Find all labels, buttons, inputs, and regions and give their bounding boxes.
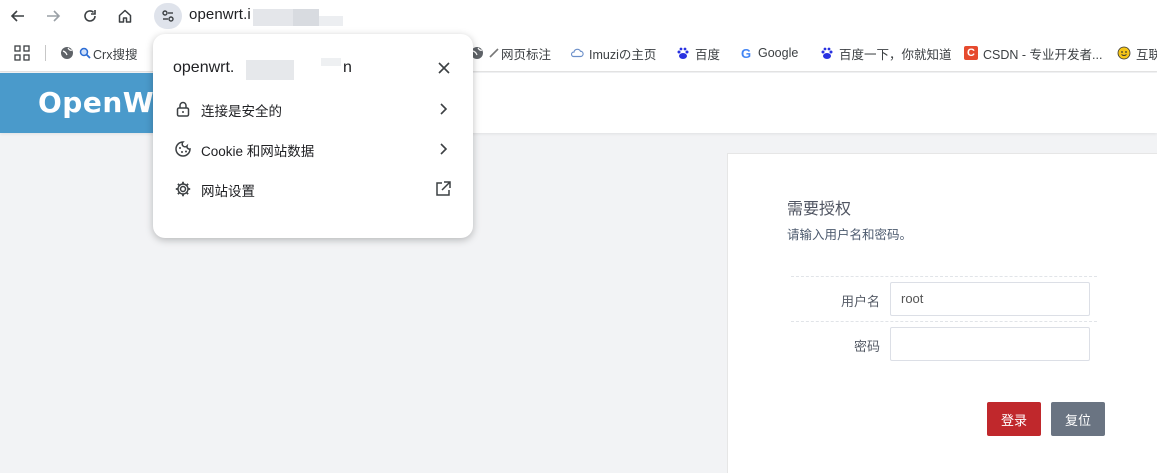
divider — [791, 276, 1097, 277]
arrow-left-icon — [10, 10, 24, 22]
redacted-area — [253, 9, 293, 26]
pencil-icon — [489, 48, 499, 58]
open-external-icon — [436, 181, 451, 196]
home-icon — [118, 9, 132, 23]
site-info-button[interactable] — [154, 3, 182, 29]
divider — [45, 45, 46, 61]
popup-item-cookies[interactable]: Cookie 和网站数据 — [153, 129, 473, 169]
back-button[interactable] — [5, 4, 31, 28]
forward-button[interactable] — [40, 4, 66, 28]
bookmark-baidu-search[interactable]: 百度一下，你就知道 — [820, 44, 952, 62]
bookmark-hulian[interactable]: 互联 — [1117, 44, 1157, 62]
login-button[interactable]: 登录 — [987, 402, 1041, 436]
bookmark-imuzi[interactable]: Imuziの主页 — [570, 44, 656, 62]
home-button[interactable] — [112, 4, 138, 28]
username-label: 用户名 — [840, 294, 880, 309]
bookmark-label: Imuziの主页 — [589, 47, 657, 62]
bookmark-webnote[interactable]: 网页标注 — [470, 44, 551, 62]
bookmark-baidu[interactable]: 百度 — [676, 44, 720, 62]
google-g-icon: G — [740, 45, 752, 61]
redacted-area — [319, 16, 343, 26]
apps-grid-icon[interactable] — [14, 45, 30, 61]
popup-title-tail: n — [343, 59, 352, 76]
csdn-c-icon: C — [964, 46, 978, 60]
reset-button[interactable]: 复位 — [1051, 402, 1105, 436]
cookie-icon — [175, 141, 191, 157]
password-label: 密码 — [853, 339, 880, 354]
close-button[interactable] — [434, 58, 454, 78]
baidu-paw-icon — [821, 47, 833, 59]
baidu-paw-icon — [677, 47, 689, 59]
chevron-right-icon — [440, 143, 448, 155]
popup-item-site-settings[interactable]: 网站设置 — [153, 169, 473, 209]
browser-toolbar: openwrt.i — [0, 0, 1157, 33]
popup-item-connection[interactable]: 连接是安全的 — [153, 89, 473, 129]
address-bar-url[interactable]: openwrt.i — [189, 6, 251, 23]
reload-icon — [84, 10, 96, 22]
cloud-icon — [570, 48, 584, 58]
chevron-right-icon — [440, 103, 448, 115]
bookmark-label: 百度 — [695, 47, 721, 62]
bookmark-label: CSDN - 专业开发者... — [983, 47, 1103, 62]
username-input[interactable]: root — [890, 282, 1090, 316]
reload-button[interactable] — [77, 4, 103, 28]
bookmark-label: 互联 — [1136, 47, 1157, 62]
tune-icon — [162, 10, 174, 22]
divider — [791, 321, 1097, 322]
bookmark-google[interactable]: G Google — [739, 44, 798, 62]
login-title: 需要授权 — [787, 201, 852, 218]
site-info-popup: openwrt. n 连接是安全的 Cookie 和网站数据 网站设置 — [153, 34, 473, 238]
bookmark-label: Google — [758, 46, 799, 60]
popup-item-label: Cookie 和网站数据 — [201, 144, 315, 159]
login-card: 需要授权 请输入用户名和密码。 用户名 root 密码 登录 复位 — [727, 153, 1157, 473]
smiley-icon — [1117, 46, 1131, 60]
close-icon — [438, 62, 450, 74]
bookmark-label: 百度一下，你就知道 — [839, 47, 952, 62]
popup-title: openwrt. — [173, 59, 235, 76]
lock-icon — [176, 101, 190, 117]
gear-icon — [175, 181, 191, 197]
popup-item-label: 连接是安全的 — [201, 104, 282, 119]
arrow-right-icon — [47, 10, 61, 22]
redacted-area — [321, 58, 341, 66]
password-input[interactable] — [890, 327, 1090, 361]
bookmark-label: Crx搜搜 — [93, 47, 138, 62]
bookmark-csdn[interactable]: C CSDN - 专业开发者... — [964, 44, 1102, 62]
globe-icon — [61, 47, 73, 59]
redacted-area — [246, 60, 294, 80]
popup-item-label: 网站设置 — [201, 184, 255, 199]
login-subtitle: 请输入用户名和密码。 — [787, 228, 913, 242]
search-icon — [79, 47, 91, 59]
bookmark-crx[interactable]: Crx搜搜 — [60, 44, 137, 62]
bookmark-label: 网页标注 — [501, 47, 552, 62]
redacted-area — [293, 9, 319, 26]
